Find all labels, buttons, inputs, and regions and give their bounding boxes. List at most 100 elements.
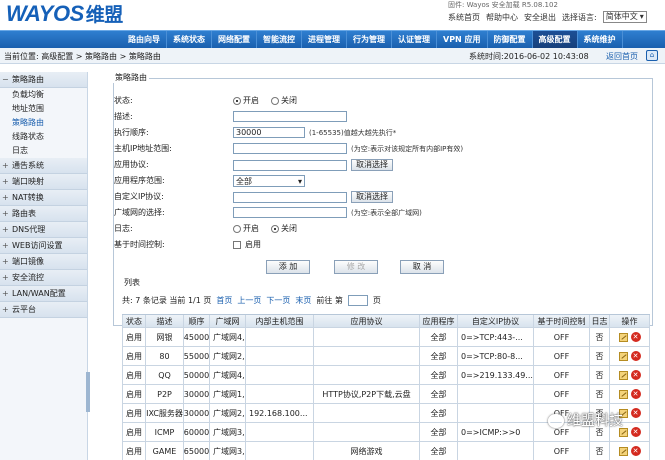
nav-item[interactable]: 认证管理 <box>392 31 437 49</box>
pager-prev[interactable]: 上一页 <box>237 295 261 306</box>
pager-last[interactable]: 末页 <box>295 295 311 306</box>
sidebar-group[interactable]: + 端口镜像 <box>0 254 87 270</box>
time-control-checkbox[interactable] <box>233 240 241 249</box>
status-off-radio[interactable]: 关闭 <box>271 95 297 106</box>
app-proto-input[interactable] <box>233 159 347 171</box>
breadcrumb-item[interactable]: 高级配置 <box>41 52 73 61</box>
column-header: 广域网 <box>210 315 246 327</box>
sidebar-sub-item[interactable]: 负载均衡 <box>0 88 87 102</box>
log-on-radio[interactable]: 开启 <box>233 223 259 234</box>
table-cell <box>314 404 420 422</box>
sidebar-group[interactable]: + NAT转换 <box>0 190 87 206</box>
sidebar-sub-item[interactable]: 策略路由 <box>0 116 87 130</box>
pager-first[interactable]: 首页 <box>216 295 232 306</box>
table-cell: GAME <box>146 442 184 460</box>
sidebar-group[interactable]: + LAN/WAN配置 <box>0 286 87 302</box>
edit-icon[interactable] <box>618 332 628 342</box>
wan-input[interactable] <box>233 207 347 218</box>
desc-input[interactable] <box>233 111 347 122</box>
column-header: 内部主机范围 <box>246 315 314 327</box>
column-header: 顺序 <box>184 315 210 327</box>
sidebar-group[interactable]: + 安全流控 <box>0 270 87 286</box>
delete-icon[interactable]: ✕ <box>630 389 641 399</box>
pager-next[interactable]: 下一页 <box>266 295 290 306</box>
delete-icon[interactable]: ✕ <box>630 351 641 361</box>
pager-page-input[interactable] <box>347 295 368 306</box>
sidebar-group[interactable]: + WEB访问设置 <box>0 238 87 254</box>
log-radios: 开启 关闭 <box>233 223 305 234</box>
nav-item[interactable]: 行为管理 <box>347 31 392 49</box>
time-control: 启用 <box>233 239 261 250</box>
edit-icon[interactable] <box>618 370 628 380</box>
custom-ip-input[interactable] <box>233 191 347 203</box>
sidebar-group-label: 云平台 <box>12 305 36 314</box>
app-range-select[interactable]: 全部 ▾ <box>233 175 305 187</box>
column-header: 应用程序 <box>420 315 458 327</box>
table-cell <box>458 404 534 422</box>
nav-item[interactable]: 进程管理 <box>302 31 347 49</box>
host-ip-input[interactable] <box>233 143 347 154</box>
nav-item[interactable]: 智能流控 <box>257 31 302 49</box>
radio-label: 开启 <box>243 224 259 233</box>
nav-item[interactable]: 高级配置 <box>532 31 578 49</box>
logout-link[interactable]: 安全退出 <box>524 12 556 23</box>
delete-icon[interactable]: ✕ <box>630 332 641 342</box>
sidebar-group[interactable]: + DNS代理 <box>0 222 87 238</box>
app-proto-clear-button[interactable]: 取消选择 <box>351 159 393 171</box>
breadcrumb-item[interactable]: 策略路由 <box>85 52 117 61</box>
sidebar-group[interactable]: + 云平台 <box>0 302 87 318</box>
radio-dot <box>233 96 241 105</box>
delete-icon[interactable]: ✕ <box>630 408 641 418</box>
nav-item[interactable]: 防御配置 <box>488 31 533 49</box>
edit-icon[interactable] <box>618 446 628 456</box>
system-time: 系统时间:2016-06-02 10:43:08 <box>469 51 589 62</box>
table-cell: 启用 <box>122 404 146 422</box>
home-link[interactable]: 系统首页 <box>448 12 480 23</box>
host-ip-label: 主机IP地址范围: <box>114 144 172 153</box>
delete-icon[interactable]: ✕ <box>630 370 641 380</box>
sidebar-group[interactable]: + 通告系统 <box>0 158 87 174</box>
delete-icon[interactable]: ✕ <box>630 446 641 456</box>
edit-icon[interactable] <box>618 389 628 399</box>
log-off-radio[interactable]: 关闭 <box>271 223 297 234</box>
system-time-value: 2016-06-02 10:43:08 <box>503 52 589 61</box>
nav-item[interactable]: 系统维护 <box>578 31 623 49</box>
order-input[interactable]: 30000 <box>233 127 305 138</box>
table-cell: OFF <box>534 442 590 460</box>
delete-icon[interactable]: ✕ <box>630 427 641 437</box>
language-select[interactable]: 简体中文 ▾ <box>602 11 647 23</box>
nav-item[interactable]: 系统状态 <box>167 31 212 49</box>
table-cell <box>246 385 314 403</box>
sidebar-sub-item[interactable]: 线路状态 <box>0 130 87 144</box>
cancel-button[interactable]: 取 消 <box>400 260 444 274</box>
log-label: 日志: <box>114 224 133 233</box>
sidebar-sub-item[interactable]: 地址范围 <box>0 102 87 116</box>
table-cell: 启用 <box>122 442 146 460</box>
nav-item[interactable]: 网络配置 <box>212 31 257 49</box>
back-home-link[interactable]: 返回首页 <box>606 51 638 62</box>
sidebar-group-policy-routing[interactable]: − 策略路由 <box>0 72 87 88</box>
custom-ip-clear-button[interactable]: 取消选择 <box>351 191 393 203</box>
sidebar-group[interactable]: + 端口映射 <box>0 174 87 190</box>
home-icon[interactable]: ⌂ <box>646 50 658 61</box>
sidebar-group-label: WEB访问设置 <box>12 241 63 250</box>
help-link[interactable]: 帮助中心 <box>486 12 518 23</box>
nav-item[interactable]: VPN 应用 <box>437 31 488 49</box>
expand-icon: + <box>2 209 9 218</box>
table-cell: OFF <box>534 328 590 346</box>
pager-page-suffix: 页 <box>372 296 381 305</box>
table-cell <box>314 366 420 384</box>
table-cell: 55000 <box>184 347 210 365</box>
sidebar-resize-handle[interactable] <box>86 372 90 412</box>
sidebar-sub-item[interactable]: 日志 <box>0 144 87 158</box>
breadcrumb: 当前位置: 高级配置 > 策略路由 > 策略路由 <box>4 51 161 62</box>
add-button[interactable]: 添 加 <box>266 260 310 274</box>
edit-icon[interactable] <box>618 351 628 361</box>
table-cell <box>246 442 314 460</box>
brand-logo[interactable]: WAYOS 维盟 <box>6 0 123 27</box>
nav-item[interactable]: 路由向导 <box>122 31 167 49</box>
modify-button[interactable]: 修 改 <box>334 260 378 274</box>
status-on-radio[interactable]: 开启 <box>233 95 259 106</box>
column-header: 自定义IP协议 <box>458 315 534 327</box>
sidebar-group[interactable]: + 路由表 <box>0 206 87 222</box>
